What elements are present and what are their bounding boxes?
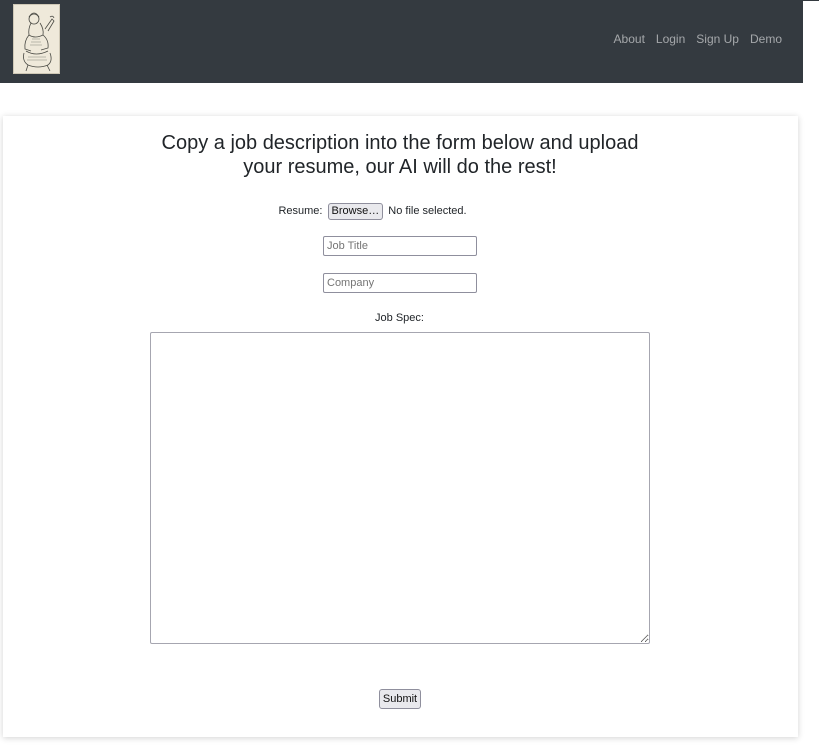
heading-line-2: your resume, our AI will do the rest!	[243, 156, 557, 178]
browse-button[interactable]: Browse…	[327, 202, 384, 220]
nav-link-demo[interactable]: Demo	[750, 32, 782, 46]
resume-upload-row: Resume: Browse… No file selected.	[0, 202, 745, 220]
resume-label: Resume:	[278, 205, 323, 217]
nav-links: About Login Sign Up Demo	[603, 32, 782, 46]
top-rule	[803, 0, 819, 1]
job-title-input[interactable]	[323, 236, 477, 256]
nav-link-sign-up[interactable]: Sign Up	[696, 32, 739, 46]
job-spec-label: Job Spec:	[375, 312, 424, 324]
page-heading: Copy a job description into the form bel…	[0, 131, 800, 179]
top-navbar: About Login Sign Up Demo	[0, 0, 803, 83]
job-spec-textarea[interactable]	[150, 332, 650, 644]
company-input[interactable]	[323, 273, 477, 293]
logo-image[interactable]	[13, 4, 60, 74]
file-status: No file selected.	[388, 205, 467, 217]
logo-figure-icon	[14, 5, 59, 73]
heading-line-1: Copy a job description into the form bel…	[161, 132, 639, 154]
nav-link-about[interactable]: About	[614, 32, 645, 46]
nav-link-login[interactable]: Login	[656, 32, 685, 46]
submit-button[interactable]: Submit	[379, 689, 421, 709]
